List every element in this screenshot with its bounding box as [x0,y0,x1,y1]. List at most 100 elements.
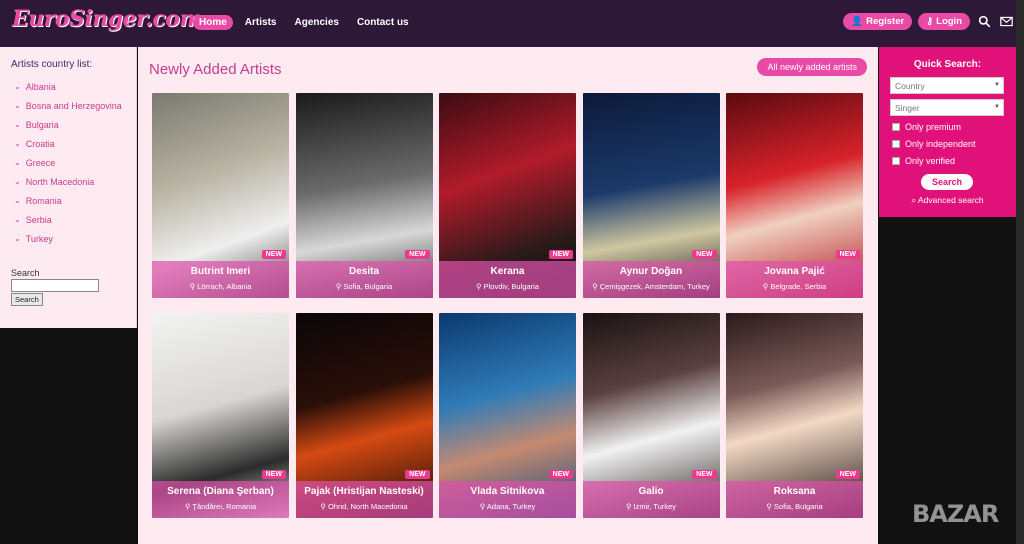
watermark-logo: BAZAR [912,500,999,528]
key-icon: ⚷ [926,16,934,27]
quick-search-panel: Quick Search: Country ▼ Singer ▼ Only pr… [879,47,1016,217]
map-pin-icon: ⚲ [766,502,774,511]
new-badge: NEW [692,250,717,259]
register-button[interactable]: 👤 Register [843,13,913,30]
artist-card[interactable]: NEW Vlada Sitnikova ⚲ Adana, Turkey [439,313,576,518]
artist-card[interactable]: NEW Desita ⚲ Sofia, Bulgaria [295,93,433,298]
country-select-value: Country [895,81,925,91]
country-item[interactable]: ⌄ North Macedonia [14,172,122,191]
checkbox-box[interactable] [892,157,900,165]
search-input[interactable] [11,279,99,292]
new-badge: NEW [405,470,430,479]
register-label: Register [866,16,905,27]
country-item[interactable]: ⌄ Bulgaria [14,115,122,134]
new-badge: NEW [692,470,717,479]
checkbox-box[interactable] [892,140,900,148]
new-badge: NEW [261,250,286,259]
country-item[interactable]: ⌄ Romania [14,191,122,210]
country-label: Bosna and Herzegovina [25,100,122,111]
artist-card[interactable]: NEW Jovana Pajić ⚲ Belgrade, Serbia [726,93,863,298]
chevron-down-icon: ⌄ [14,82,21,91]
country-item[interactable]: ⌄ Turkey [14,229,122,248]
country-list-title: Artists country list: [11,59,93,70]
artist-name[interactable]: Aynur Doğan [583,266,720,277]
country-item[interactable]: ⌄ Greece [14,153,122,172]
artist-card[interactable]: NEW Aynur Doğan ⚲ Çemişgezek, Amsterdam, T… [582,93,720,298]
type-select[interactable]: Singer ▼ [890,99,1004,116]
country-label: Albania [25,81,56,92]
country-label: Greece [25,157,56,168]
country-label: Romania [25,195,62,206]
location-text: Izmir, Turkey [633,502,677,511]
location-text: Ohrid, North Macedonia [327,502,408,511]
artist-card[interactable]: NEW Butrint Imeri ⚲ Lörrach, Albania [152,93,289,298]
artist-name[interactable]: Kerana [439,266,576,277]
artist-name[interactable]: Jovana Pajić [726,266,863,277]
quick-search-button[interactable]: Search [921,174,973,190]
artist-card[interactable]: NEW Serena (Diana Şerban) ⚲ Ţăndărei, Roma… [152,313,289,518]
only-premium-checkbox[interactable]: Only premium [892,122,961,132]
new-badge: NEW [835,470,860,479]
nav-artists[interactable]: Artists [239,15,283,30]
artist-name[interactable]: Vlada Sitnikova [439,486,576,497]
search-label: Search [11,268,40,278]
artist-card[interactable]: NEW Kerana ⚲ Plovdiv, Bulgaria [439,93,576,298]
login-button[interactable]: ⚷ Login [918,13,970,30]
advanced-search-link[interactable]: ⌕ Advanced search [879,195,1016,206]
nav-home[interactable]: Home [193,15,233,30]
checkbox-label: Only premium [905,122,962,132]
artist-card[interactable]: NEW Roksana ⚲ Sofia, Bulgaria [726,313,863,518]
chevron-down-icon: ⌄ [14,158,21,167]
chevron-down-icon: ⌄ [14,139,21,148]
country-item[interactable]: ⌄ Serbia [14,210,122,229]
artist-location: ⚲ Ţăndărei, Romania [152,502,289,511]
new-badge: NEW [548,470,573,479]
checkbox-box[interactable] [892,123,900,131]
new-badge: NEW [405,250,430,259]
map-pin-icon: ⚲ [625,502,634,511]
artist-card[interactable]: NEW Galio ⚲ Izmir, Turkey [582,313,720,518]
quick-search-title: Quick Search: [913,59,982,70]
scrollbar[interactable] [1016,0,1024,544]
artist-name[interactable]: Galio [583,486,720,497]
artist-name[interactable]: Butrint Imeri [152,266,289,277]
all-new-artists-button[interactable]: All newly added artists [757,58,867,76]
artist-location: ⚲ Izmir, Turkey [583,502,720,511]
country-item[interactable]: ⌄ Albania [14,77,122,96]
chevron-down-icon: ⌄ [14,177,21,186]
sidebar-search-button[interactable]: Search [11,293,43,306]
artist-name[interactable]: Roksana [726,486,863,497]
page-title: Newly Added Artists [149,61,282,78]
country-item[interactable]: ⌄ Bosna and Herzegovina [14,96,122,115]
chevron-down-icon: ⌄ [14,215,21,224]
nav-agencies[interactable]: Agencies [288,15,344,30]
nav-contact[interactable]: Contact us [351,15,415,30]
location-text: Sofia, Bulgaria [343,282,393,291]
only-independent-checkbox[interactable]: Only independent [892,139,976,149]
new-badge: NEW [835,250,860,259]
country-label: Serbia [25,214,52,225]
search-icon: ⌕ [911,195,917,205]
artist-name[interactable]: Serena (Diana Şerban) [152,486,289,497]
only-verified-checkbox[interactable]: Only verified [892,156,955,166]
mail-icon[interactable] [998,14,1014,30]
artist-card[interactable]: NEW Pajak (Hristijan Nasteski) ⚲ Ohrid, No… [295,313,433,518]
location-text: Çemişgezek, Amsterdam, Turkey [599,282,710,291]
artist-location: ⚲ Ohrid, North Macedonia [296,502,433,511]
search-icon[interactable] [976,14,992,30]
artist-name[interactable]: Desita [296,266,433,277]
checkbox-label: Only independent [905,139,976,149]
artist-location: ⚲ Sofia, Bulgaria [296,282,433,291]
artist-location: ⚲ Adana, Turkey [439,502,576,511]
left-sidebar: Artists country list: ⌄ Albania ⌄ Bosna an… [0,47,137,328]
country-label: Bulgaria [25,119,59,130]
country-label: North Macedonia [25,176,95,187]
site-logo[interactable]: EuroSinger.com [12,6,203,32]
artist-name[interactable]: Pajak (Hristijan Nasteski) [296,486,433,497]
map-pin-icon: ⚲ [320,502,328,511]
map-pin-icon: ⚲ [476,282,484,291]
country-select[interactable]: Country ▼ [890,77,1004,94]
checkbox-label: Only verified [905,156,956,166]
artist-location: ⚲ Lörrach, Albania [152,282,289,291]
country-item[interactable]: ⌄ Croatia [14,134,122,153]
